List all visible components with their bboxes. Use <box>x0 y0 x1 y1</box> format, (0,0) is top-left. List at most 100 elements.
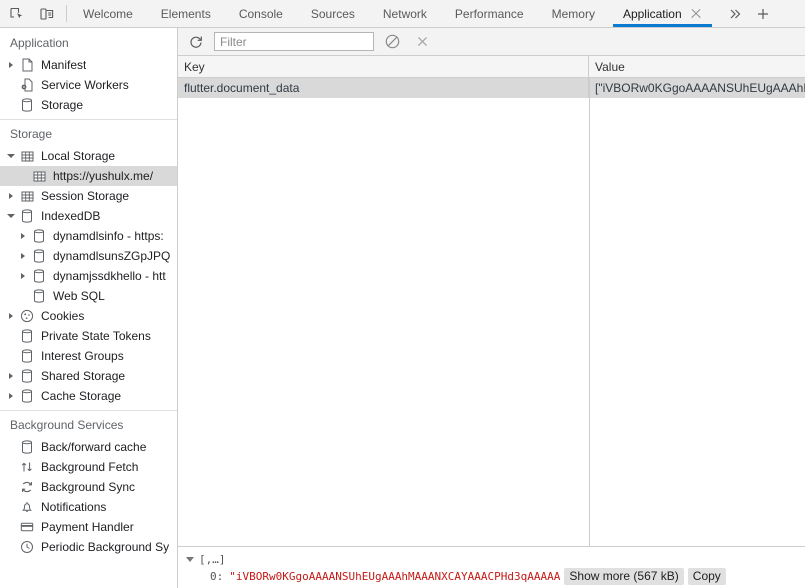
expand-triangle-icon[interactable] <box>186 557 194 562</box>
database-icon <box>18 367 36 385</box>
sidebar-item-indexeddb[interactable]: IndexedDB <box>0 206 177 226</box>
sidebar-item-yushulx-origin[interactable]: https://yushulx.me/ <box>0 166 177 186</box>
chevron-right-icon[interactable] <box>4 366 18 386</box>
sidebar-item-label: IndexedDB <box>41 209 100 223</box>
sidebar-item-interest-groups[interactable]: Interest Groups <box>0 346 177 366</box>
sidebar-item-db-dynamdlsuns[interactable]: dynamdlsunsZGpJPQ <box>0 246 177 266</box>
table-header-row: Key Value <box>178 56 805 78</box>
refresh-icon[interactable] <box>184 31 208 53</box>
tab-label: Elements <box>161 7 211 21</box>
add-tab-icon[interactable] <box>750 1 776 27</box>
spacer <box>4 457 18 477</box>
sidebar-item-shared-storage[interactable]: Shared Storage <box>0 366 177 386</box>
sidebar-item-periodic-background-sync[interactable]: Periodic Background Sy <box>0 537 177 557</box>
spacer <box>4 517 18 537</box>
column-header-label: Key <box>184 60 205 74</box>
sidebar-item-label: Local Storage <box>41 149 115 163</box>
preview-item-line: 0: "iVBORw0KGgoAAAANSUhEUgAAAhMAAANXCAYA… <box>184 568 805 585</box>
column-header-value[interactable]: Value <box>589 56 805 77</box>
database-icon <box>18 207 36 225</box>
credit-card-icon <box>18 518 36 536</box>
tab-application[interactable]: Application <box>609 0 716 27</box>
sidebar-item-label: Payment Handler <box>41 520 134 534</box>
chevron-right-icon[interactable] <box>4 306 18 326</box>
sidebar-item-storage[interactable]: Storage <box>0 95 177 115</box>
spacer <box>4 75 18 95</box>
tab-memory[interactable]: Memory <box>538 0 609 27</box>
sidebar-item-private-state-tokens[interactable]: Private State Tokens <box>0 326 177 346</box>
chevron-right-icon[interactable] <box>16 246 30 266</box>
tab-performance[interactable]: Performance <box>441 0 538 27</box>
sidebar-item-label: Notifications <box>41 500 106 514</box>
table-row-empty[interactable] <box>178 98 805 118</box>
database-icon <box>18 96 36 114</box>
sidebar-divider <box>0 119 177 120</box>
tab-label: Application <box>623 7 682 21</box>
table-icon <box>18 147 36 165</box>
sidebar-item-db-dynamdlsinfo[interactable]: dynamdlsinfo - https: <box>0 226 177 246</box>
table-row[interactable]: flutter.document_data ["iVBORw0KGgoAAAAN… <box>178 78 805 98</box>
sidebar-item-label: Cookies <box>41 309 84 323</box>
chevron-right-icon[interactable] <box>16 226 30 246</box>
tab-network[interactable]: Network <box>369 0 441 27</box>
column-header-key[interactable]: Key <box>178 56 589 77</box>
chevron-right-icon[interactable] <box>16 266 30 286</box>
chevron-down-icon[interactable] <box>4 146 18 166</box>
chevron-right-icon[interactable] <box>4 386 18 406</box>
storage-main-panel: Key Value flutter.document_data ["iVBORw… <box>178 28 805 588</box>
preview-string-value: "iVBORw0KGgoAAAANSUhEUgAAAhMAAANXCAYAAAC… <box>229 570 560 583</box>
tab-label: Sources <box>311 7 355 21</box>
storage-table: Key Value flutter.document_data ["iVBORw… <box>178 56 805 546</box>
database-icon <box>30 267 48 285</box>
sidebar-item-label: Service Workers <box>41 78 129 92</box>
sidebar-section-title-storage: Storage <box>0 123 177 146</box>
filter-input[interactable] <box>214 32 374 51</box>
clock-icon <box>18 538 36 556</box>
sidebar-item-background-sync[interactable]: Background Sync <box>0 477 177 497</box>
table-body: flutter.document_data ["iVBORw0KGgoAAAAN… <box>178 78 805 546</box>
sidebar-item-label: dynamdlsinfo - https: <box>53 229 164 243</box>
delete-selected-icon[interactable] <box>410 31 434 53</box>
tab-sources[interactable]: Sources <box>297 0 369 27</box>
sidebar-item-service-workers[interactable]: Service Workers <box>0 75 177 95</box>
tab-console[interactable]: Console <box>225 0 297 27</box>
more-tabs-icon[interactable] <box>722 1 748 27</box>
close-icon[interactable] <box>690 8 702 20</box>
cookie-icon <box>18 307 36 325</box>
inspect-element-icon[interactable] <box>6 3 28 25</box>
sidebar-item-local-storage[interactable]: Local Storage <box>0 146 177 166</box>
clear-all-icon[interactable] <box>380 31 404 53</box>
sidebar-item-cookies[interactable]: Cookies <box>0 306 177 326</box>
spacer <box>4 346 18 366</box>
sidebar-item-back-forward-cache[interactable]: Back/forward cache <box>0 437 177 457</box>
sidebar-item-cache-storage[interactable]: Cache Storage <box>0 386 177 406</box>
sidebar-item-payment-handler[interactable]: Payment Handler <box>0 517 177 537</box>
copy-button[interactable]: Copy <box>688 568 726 585</box>
sidebar-item-web-sql[interactable]: Web SQL <box>0 286 177 306</box>
spacer <box>4 437 18 457</box>
database-icon <box>18 387 36 405</box>
sidebar-item-db-dynamjssdkhello[interactable]: dynamjssdkhello - htt <box>0 266 177 286</box>
tab-elements[interactable]: Elements <box>147 0 225 27</box>
sidebar-item-label: dynamdlsunsZGpJPQ <box>53 249 170 263</box>
database-icon <box>30 227 48 245</box>
show-more-button[interactable]: Show more (567 kB) <box>564 568 683 585</box>
tab-label: Console <box>239 7 283 21</box>
spacer <box>4 477 18 497</box>
tab-label: Network <box>383 7 427 21</box>
background-sync-icon <box>18 478 36 496</box>
sidebar-item-label: Interest Groups <box>41 349 124 363</box>
device-toolbar-icon[interactable] <box>36 3 58 25</box>
chevron-right-icon[interactable] <box>4 186 18 206</box>
storage-toolbar <box>178 28 805 56</box>
sidebar-item-label: Background Sync <box>41 480 135 494</box>
sidebar-section-title-application: Application <box>0 32 177 55</box>
sidebar-item-notifications[interactable]: Notifications <box>0 497 177 517</box>
sidebar-item-session-storage[interactable]: Session Storage <box>0 186 177 206</box>
tab-welcome[interactable]: Welcome <box>69 0 147 27</box>
sidebar-item-manifest[interactable]: Manifest <box>0 55 177 75</box>
value-preview-panel: [,…] 0: "iVBORw0KGgoAAAANSUhEUgAAAhMAAAN… <box>178 546 805 588</box>
chevron-right-icon[interactable] <box>4 55 18 75</box>
sidebar-item-background-fetch[interactable]: Background Fetch <box>0 457 177 477</box>
chevron-down-icon[interactable] <box>4 206 18 226</box>
